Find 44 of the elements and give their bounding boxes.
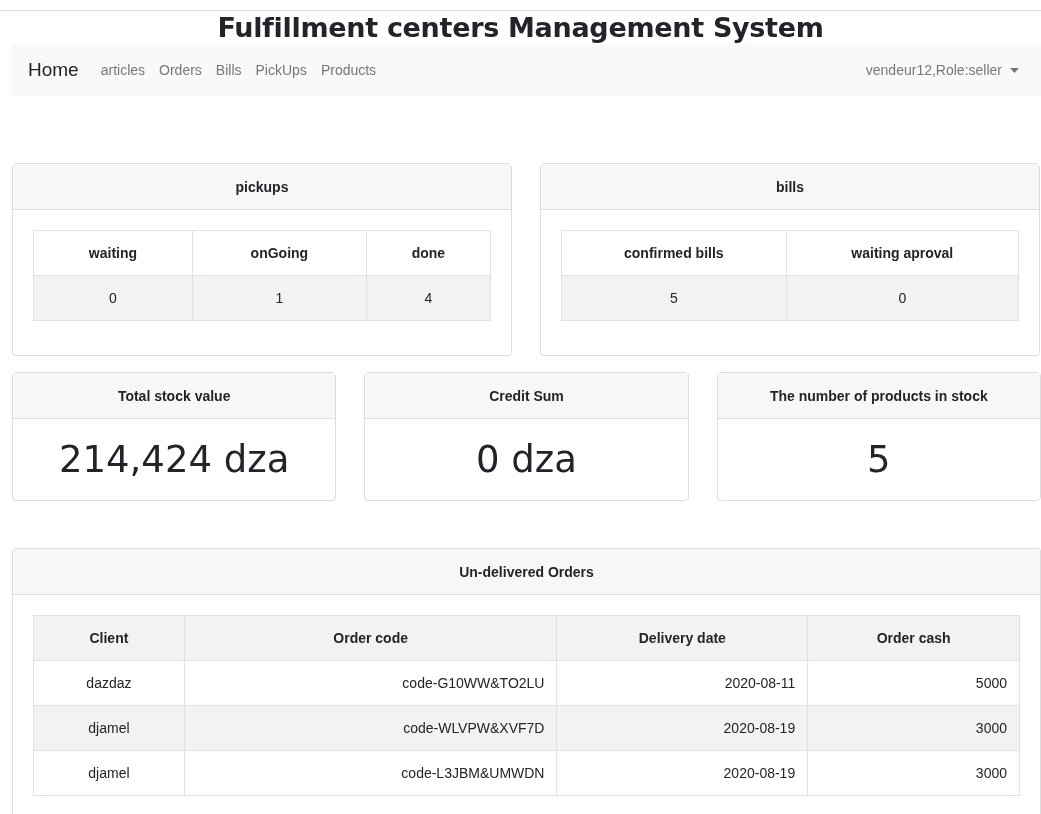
table-cell: 5000 xyxy=(807,660,1020,706)
table-header-cell: Order code xyxy=(184,615,557,661)
table-header-cell: confirmed bills xyxy=(561,230,787,276)
table-cell: 3000 xyxy=(807,750,1020,796)
table-cell: 0 xyxy=(33,275,193,321)
table-header-cell: waiting xyxy=(33,230,193,276)
user-menu[interactable]: vendeur12,Role:seller xyxy=(865,62,1019,78)
home-link[interactable]: Home xyxy=(28,59,79,81)
nav-link[interactable]: articles xyxy=(100,62,146,78)
caret-icon xyxy=(1010,67,1019,73)
card-header: The number of products in stock xyxy=(717,373,1040,419)
table-header-cell: waiting aproval xyxy=(786,230,1019,276)
nav-link[interactable]: PickUps xyxy=(255,62,307,78)
table-cell: 3000 xyxy=(807,705,1020,751)
table-header-cell: Delivery date xyxy=(557,615,808,661)
table-cell: code-WLVPW&XVF7D xyxy=(184,705,557,751)
table-cell: 4 xyxy=(366,275,491,321)
card-header: pickups xyxy=(13,164,511,210)
stat-value: 214,424 dza xyxy=(58,437,291,483)
table-cell: 5 xyxy=(561,275,787,321)
card-header: Total stock value xyxy=(13,373,336,419)
table-cell: 2020-08-19 xyxy=(557,705,808,751)
table-cell: code-L3JBM&UMWDN xyxy=(184,750,557,796)
card-header: bills xyxy=(541,164,1039,210)
table-cell: djamel xyxy=(33,750,185,796)
table-header-cell: Client xyxy=(33,615,185,661)
page-title: Fulfillment centers Management System xyxy=(217,12,824,43)
table-cell: 2020-08-11 xyxy=(557,660,808,706)
table-cell: 0 xyxy=(786,275,1019,321)
table-header-cell: Order cash xyxy=(807,615,1020,661)
nav-link[interactable]: Bills xyxy=(215,62,242,78)
table-cell: code-G10WW&TO2LU xyxy=(184,660,557,706)
nav-link[interactable]: Orders xyxy=(159,62,202,78)
table-cell: 1 xyxy=(192,275,367,321)
stat-value: 5 xyxy=(866,437,892,483)
table-header-cell: done xyxy=(366,230,491,276)
stat-value: 0 dza xyxy=(475,437,578,483)
nav-link[interactable]: Products xyxy=(320,62,377,78)
table-cell: 2020-08-19 xyxy=(557,750,808,796)
table-cell: dazdaz xyxy=(33,660,185,706)
card-header: Un-delivered Orders xyxy=(13,549,1040,595)
card-header: Credit Sum xyxy=(365,373,688,419)
table-cell: djamel xyxy=(33,705,185,751)
table-header-cell: onGoing xyxy=(192,230,367,276)
